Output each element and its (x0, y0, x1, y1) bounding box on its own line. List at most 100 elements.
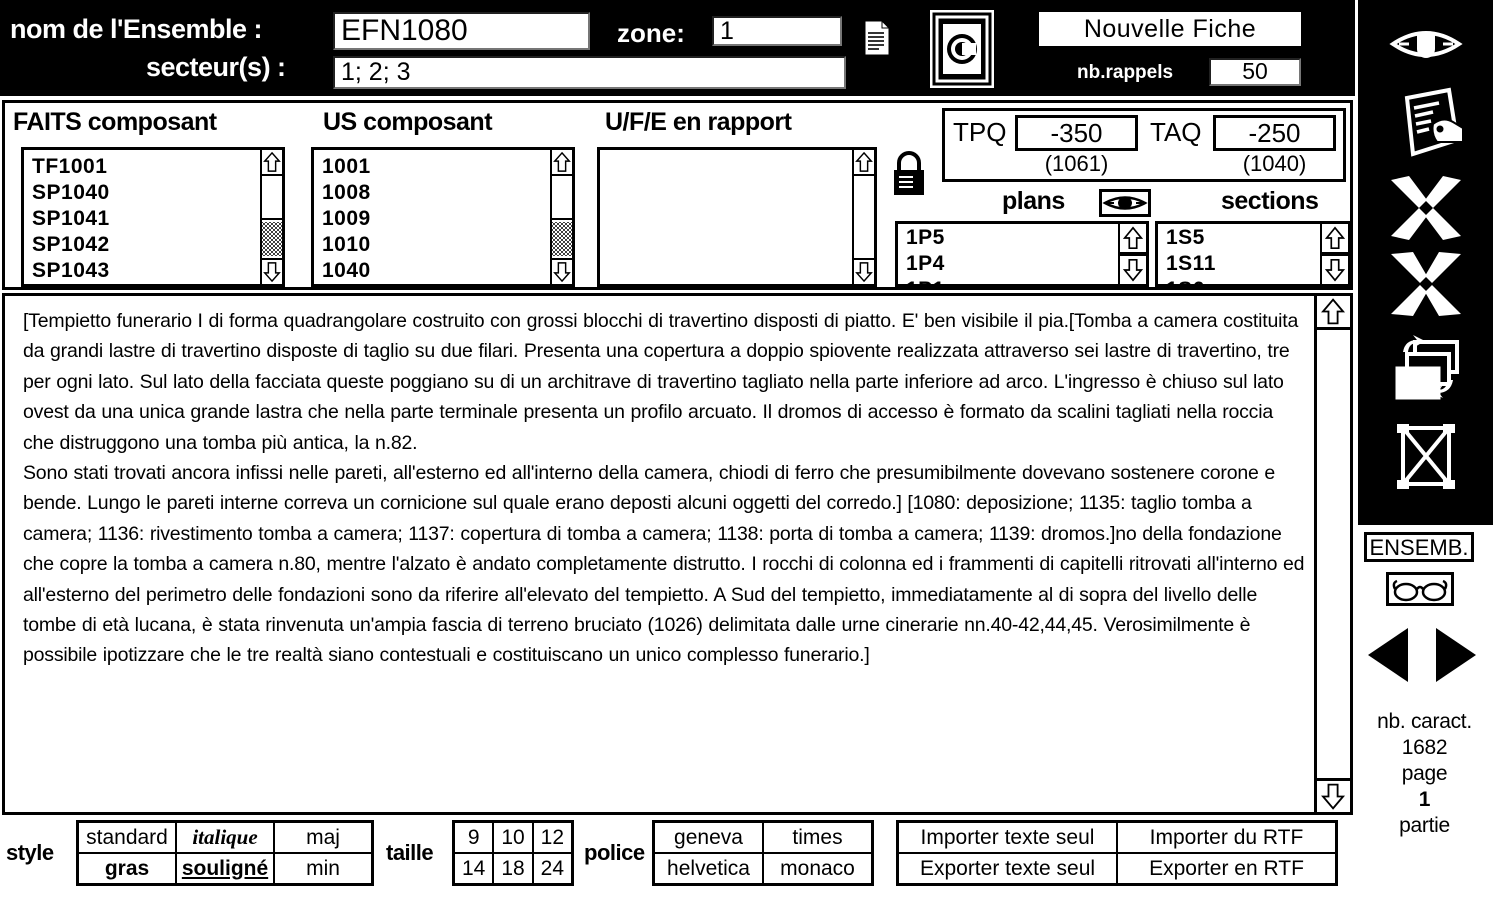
tpq-value[interactable]: -350 (1015, 115, 1138, 151)
button-exporter-texte-seul[interactable]: Exporter texte seul (899, 854, 1118, 883)
button-18[interactable]: 18 (494, 854, 534, 883)
scroll-up-icon[interactable] (1317, 296, 1350, 330)
lock-icon[interactable] (891, 149, 927, 197)
scroll-track[interactable] (552, 222, 572, 256)
ensemble-input[interactable] (333, 12, 590, 50)
list-item[interactable]: 1040 (322, 258, 550, 284)
police-button-group[interactable]: geneva times helvetica monaco (652, 820, 874, 886)
scroll-track[interactable] (262, 222, 282, 256)
description-frame: [Tempietto funerario I di forma quadrang… (2, 293, 1353, 815)
import-export-button-group[interactable]: Importer texte seul Importer du RTF Export… (896, 820, 1338, 886)
copyright-stamp-icon[interactable] (929, 9, 995, 89)
nouvelle-fiche-button[interactable]: Nouvelle Fiche (1039, 12, 1301, 46)
scroll-thumb[interactable] (552, 176, 572, 220)
plans-listbox[interactable]: 1P51P41P1 (895, 221, 1149, 287)
scroll-down-icon[interactable] (552, 258, 572, 284)
scroll-up-icon[interactable] (854, 150, 874, 176)
button-9[interactable]: 9 (455, 823, 495, 852)
list-item[interactable]: 1001 (322, 154, 550, 180)
zone-input[interactable] (712, 16, 842, 46)
sections-listbox[interactable]: 1S51S111S6 (1155, 221, 1351, 287)
scroll-down-icon[interactable] (1322, 254, 1348, 284)
button-standard[interactable]: standard (79, 823, 177, 852)
button-importer-texte-seul[interactable]: Importer texte seul (899, 823, 1118, 852)
button-24[interactable]: 24 (533, 854, 571, 883)
windows-cycle-icon[interactable] (1387, 330, 1465, 408)
style-button-group[interactable]: standard italique maj gras souligné min (76, 820, 374, 886)
button-geneva[interactable]: geneva (655, 823, 764, 852)
button-italique[interactable]: italique (177, 823, 275, 852)
description-scrollbar[interactable] (1314, 296, 1350, 812)
button-gras[interactable]: gras (79, 854, 177, 883)
button-14[interactable]: 14 (455, 854, 495, 883)
list-item[interactable]: SP1042 (32, 232, 260, 258)
list-item[interactable]: SP1040 (32, 180, 260, 206)
scroll-down-icon[interactable] (854, 258, 874, 284)
list-item[interactable]: SP1043 (32, 258, 260, 284)
taille-button-group[interactable]: 9 10 12 14 18 24 (452, 820, 574, 886)
description-textarea[interactable]: [Tempietto funerario I di forma quadrang… (5, 296, 1314, 812)
list-item[interactable]: 1P5 (906, 225, 1118, 251)
plans-eye-icon[interactable] (1099, 189, 1151, 217)
secteurs-input[interactable] (333, 56, 846, 89)
ufe-scrollbar[interactable] (852, 150, 874, 284)
list-item[interactable]: 1008 (322, 180, 550, 206)
ufe-listbox[interactable] (597, 147, 877, 287)
button-exporter-en-rtf[interactable]: Exporter en RTF (1118, 854, 1335, 883)
glasses-icon[interactable] (1386, 572, 1454, 606)
arrows-collapse-icon[interactable] (1387, 172, 1465, 244)
button-maj[interactable]: maj (275, 823, 371, 852)
ufe-items[interactable] (600, 150, 852, 284)
scroll-down-icon[interactable] (1317, 778, 1350, 812)
sections-items[interactable]: 1S51S111S6 (1158, 224, 1320, 284)
scroll-up-icon[interactable] (262, 150, 282, 176)
eye-icon[interactable] (1387, 8, 1465, 80)
button-soulign[interactable]: souligné (177, 854, 275, 883)
button-row: helvetica monaco (655, 854, 871, 883)
list-item[interactable]: TF1001 (32, 154, 260, 180)
faits-listbox[interactable]: TF1001 SP1040 SP1041 SP1042 SP1043 (21, 147, 285, 287)
scroll-down-icon[interactable] (1120, 254, 1146, 284)
faits-items[interactable]: TF1001 SP1040 SP1041 SP1042 SP1043 (24, 150, 260, 284)
list-item[interactable]: 1S6 (1166, 277, 1320, 284)
ensemb-button[interactable]: ENSEMB. (1364, 532, 1474, 562)
nb-rappels-input[interactable] (1209, 58, 1301, 86)
plans-scrollbar[interactable] (1118, 224, 1146, 284)
scroll-thumb[interactable] (854, 176, 874, 256)
triangle-left-icon[interactable] (1366, 626, 1410, 684)
scroll-down-icon[interactable] (262, 258, 282, 284)
button-10[interactable]: 10 (494, 823, 534, 852)
app-window: nom de l'Ensemble : zone: secteur(s) : (0, 0, 1493, 900)
sections-scrollbar[interactable] (1320, 224, 1348, 284)
taq-label: TAQ (1150, 117, 1202, 147)
scroll-thumb[interactable] (262, 176, 282, 220)
us-items[interactable]: 1001 1008 1009 1010 1040 (314, 150, 550, 284)
taq-value[interactable]: -250 (1213, 115, 1336, 151)
list-item[interactable]: 1009 (322, 206, 550, 232)
scroll-up-icon[interactable] (1120, 224, 1146, 254)
scroll-up-icon[interactable] (1322, 224, 1348, 254)
button-times[interactable]: times (764, 823, 871, 852)
box-crossed-icon[interactable] (1387, 420, 1465, 492)
hand-writing-icon[interactable] (1387, 84, 1465, 164)
list-item[interactable]: SP1041 (32, 206, 260, 232)
arrows-expand-icon[interactable] (1387, 248, 1465, 320)
button-helvetica[interactable]: helvetica (655, 854, 764, 883)
list-item[interactable]: 1S5 (1166, 225, 1320, 251)
faits-scrollbar[interactable] (260, 150, 282, 284)
document-icon[interactable] (864, 20, 890, 56)
us-listbox[interactable]: 1001 1008 1009 1010 1040 (311, 147, 575, 287)
button-importer-du-rtf[interactable]: Importer du RTF (1118, 823, 1335, 852)
list-item[interactable]: 1P4 (906, 251, 1118, 277)
police-label: police (584, 840, 645, 865)
button-12[interactable]: 12 (533, 823, 571, 852)
list-item[interactable]: 1P1 (906, 277, 1118, 284)
scroll-up-icon[interactable] (552, 150, 572, 176)
list-item[interactable]: 1S11 (1166, 251, 1320, 277)
list-item[interactable]: 1010 (322, 232, 550, 258)
button-monaco[interactable]: monaco (764, 854, 871, 883)
us-scrollbar[interactable] (550, 150, 572, 284)
triangle-right-icon[interactable] (1434, 626, 1478, 684)
plans-items[interactable]: 1P51P41P1 (898, 224, 1118, 284)
button-min[interactable]: min (275, 854, 371, 883)
